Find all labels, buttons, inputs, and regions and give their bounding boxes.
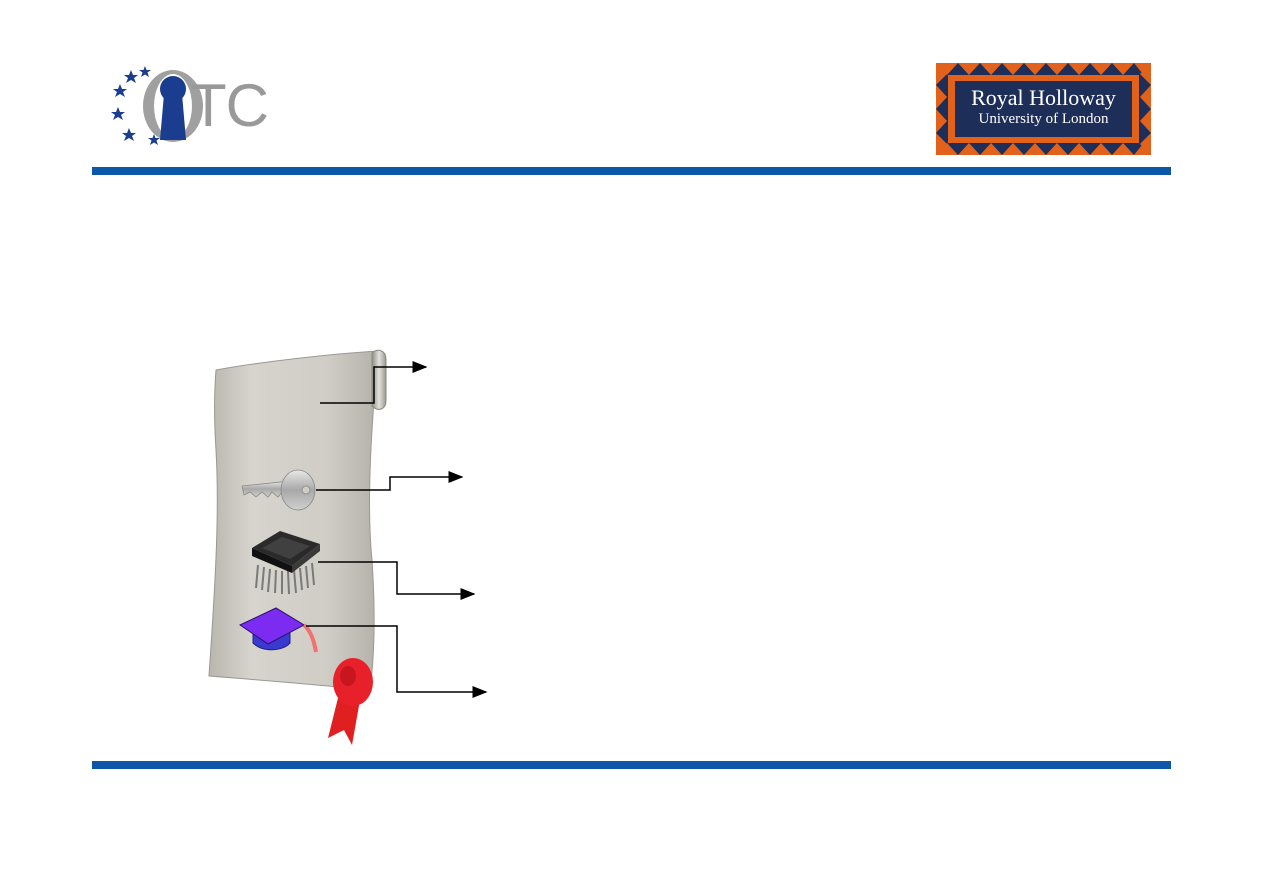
certificate-diagram [208, 349, 488, 745]
scroll-icon [208, 349, 387, 691]
